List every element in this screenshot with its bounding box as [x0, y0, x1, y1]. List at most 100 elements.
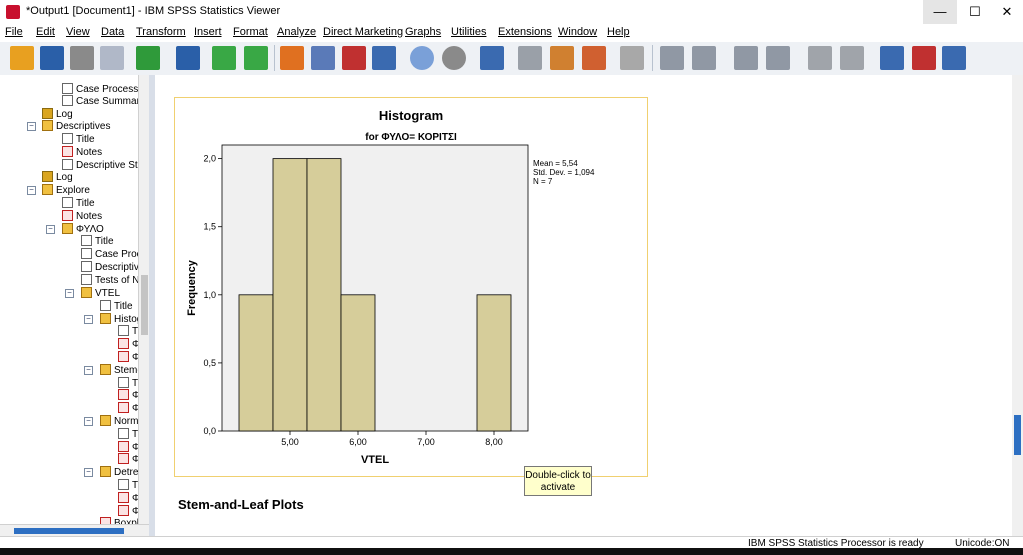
tree-collapse-toggle[interactable]: −	[84, 417, 93, 426]
content-vertical-scrollbar[interactable]	[1012, 75, 1023, 536]
use-sets-icon[interactable]	[410, 46, 434, 70]
outline-icon[interactable]	[620, 46, 644, 70]
hide-icon[interactable]	[840, 46, 864, 70]
chart-icon	[118, 492, 129, 503]
tree-item[interactable]: Detren	[100, 466, 138, 479]
tree-item-label: Log	[56, 109, 73, 120]
menu-insert[interactable]: Insert	[194, 26, 222, 38]
menu-utilities[interactable]: Utilities	[451, 26, 486, 38]
tree-item[interactable]: Log	[42, 171, 73, 184]
maximize-button[interactable]: ☐	[958, 0, 992, 24]
menu-help[interactable]: Help	[607, 26, 630, 38]
tree-collapse-toggle[interactable]: −	[65, 289, 74, 298]
insert-heading-icon[interactable]	[880, 46, 904, 70]
undo-icon[interactable]	[212, 46, 236, 70]
histogram-chart[interactable]: Histogram for ΦΥΛΟ= ΚΟΡΙΤΣΙ 0,0 0,5 1,0 1,5 2,…	[174, 97, 648, 477]
tree-item-label: Title	[76, 134, 95, 145]
tree-item[interactable]: Φ	[118, 338, 138, 351]
tree-item[interactable]: Tests of N	[81, 274, 138, 287]
run-script-icon[interactable]	[582, 46, 606, 70]
export-icon[interactable]	[136, 46, 160, 70]
tree-item[interactable]: T	[118, 428, 138, 441]
tree-collapse-toggle[interactable]: −	[84, 468, 93, 477]
menu-data[interactable]: Data	[101, 26, 124, 38]
expand-icon[interactable]	[734, 46, 758, 70]
tree-item[interactable]: Case Summari	[62, 95, 138, 108]
tree-item[interactable]: T	[118, 479, 138, 492]
tree-item[interactable]: Φ	[118, 453, 138, 466]
menu-graphs[interactable]: Graphs	[405, 26, 441, 38]
designate-window-icon[interactable]	[518, 46, 542, 70]
edit-icon[interactable]	[550, 46, 574, 70]
tree-item-label: Notes	[76, 211, 103, 222]
menu-edit[interactable]: Edit	[36, 26, 55, 38]
tree-item[interactable]: Φ	[118, 389, 138, 402]
tree-item[interactable]: Descriptives	[42, 120, 110, 133]
tree-item[interactable]: Title	[62, 133, 95, 146]
recall-dialog-icon[interactable]	[176, 46, 200, 70]
menu-transform[interactable]: Transform	[136, 26, 186, 38]
tree-item[interactable]: Φ	[118, 492, 138, 505]
promote-icon[interactable]	[660, 46, 684, 70]
redo-icon[interactable]	[244, 46, 268, 70]
menu-direct-marketing[interactable]: Direct Marketing	[323, 26, 403, 38]
tree-item-label: Case Summari	[76, 96, 138, 107]
tree-collapse-toggle[interactable]: −	[27, 122, 36, 131]
tree-item[interactable]: VTEL	[81, 287, 120, 300]
tree-collapse-toggle[interactable]: −	[27, 186, 36, 195]
chart-icon	[118, 453, 129, 464]
insert-text-icon[interactable]	[942, 46, 966, 70]
open-icon[interactable]	[10, 46, 34, 70]
insert-title-icon[interactable]	[912, 46, 936, 70]
table-icon	[81, 235, 92, 246]
minimize-button[interactable]: —	[923, 0, 957, 24]
demote-icon[interactable]	[692, 46, 716, 70]
print-icon[interactable]	[70, 46, 94, 70]
tree-item[interactable]: Φ	[118, 402, 138, 415]
tree-item[interactable]: T	[118, 325, 138, 338]
stats-label: Mean = 5,54	[533, 159, 578, 168]
tree-item[interactable]: Notes	[62, 146, 102, 159]
print-preview-icon[interactable]	[100, 46, 124, 70]
tree-item[interactable]: Descriptive	[81, 261, 138, 274]
goto-case-icon[interactable]	[311, 46, 335, 70]
outline-tree[interactable]: − − − − − − − − Case Processi Case Summari Log Desc…	[0, 75, 138, 524]
menu-window[interactable]: Window	[558, 26, 597, 38]
goto-data-icon[interactable]	[280, 46, 304, 70]
tree-item[interactable]: Descriptive Sta	[62, 159, 138, 172]
scrollbar-thumb[interactable]	[14, 528, 124, 534]
menu-view[interactable]: View	[66, 26, 90, 38]
tree-item[interactable]: Title	[100, 300, 133, 313]
tree-item[interactable]: Boxplo	[100, 517, 138, 524]
menu-format[interactable]: Format	[233, 26, 268, 38]
variables-icon[interactable]	[372, 46, 396, 70]
show-icon[interactable]	[808, 46, 832, 70]
menu-file[interactable]: File	[5, 26, 23, 38]
close-button[interactable]: ✕	[990, 0, 1023, 24]
show-all-variables-icon[interactable]	[442, 46, 466, 70]
tree-item[interactable]: Case Proc	[81, 248, 138, 261]
menu-extensions[interactable]: Extensions	[498, 26, 552, 38]
tree-item[interactable]: Title	[81, 235, 114, 248]
stem-leaf-heading[interactable]: Stem-and-Leaf Plots	[178, 497, 304, 512]
tree-item[interactable]: Norma	[100, 415, 138, 428]
tree-item[interactable]: Φ	[118, 351, 138, 364]
collapse-icon[interactable]	[766, 46, 790, 70]
tree-item[interactable]: Stem-	[100, 364, 138, 377]
y-tick-label: 1,5	[203, 222, 216, 232]
tree-collapse-toggle[interactable]: −	[46, 225, 55, 234]
tree-item[interactable]: Explore	[42, 184, 90, 197]
tree-item[interactable]: Notes	[62, 210, 102, 223]
menu-analyze[interactable]: Analyze	[277, 26, 316, 38]
table-icon	[81, 248, 92, 259]
windows-taskbar	[0, 548, 1023, 555]
y-axis-label: Frequency	[186, 259, 198, 316]
save-icon[interactable]	[40, 46, 64, 70]
scrollbar-thumb[interactable]	[141, 275, 148, 335]
goto-variable-icon[interactable]	[342, 46, 366, 70]
tree-collapse-toggle[interactable]: −	[84, 315, 93, 324]
tree-item[interactable]: Title	[62, 197, 95, 210]
spell-check-icon[interactable]	[480, 46, 504, 70]
tree-collapse-toggle[interactable]: −	[84, 366, 93, 375]
scrollbar-thumb[interactable]	[1014, 415, 1021, 455]
